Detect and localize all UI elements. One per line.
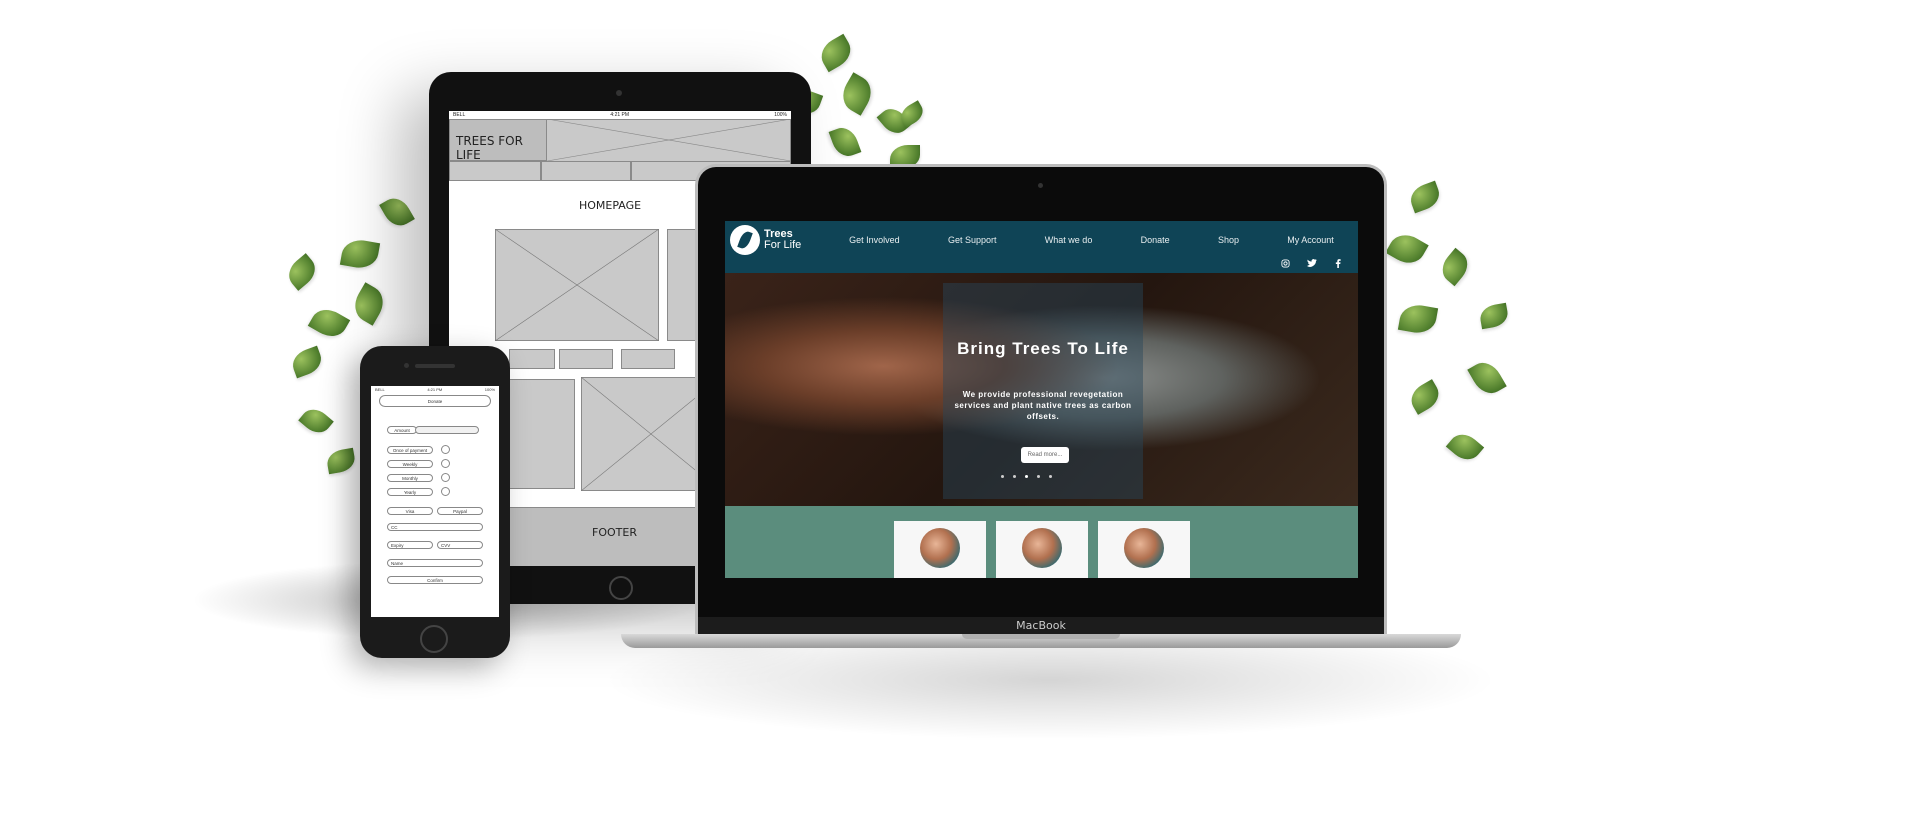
carousel-dots xyxy=(1001,475,1052,478)
carousel-dot[interactable] xyxy=(1049,475,1052,478)
nav-donate[interactable]: Donate xyxy=(1141,235,1170,245)
laptop-camera xyxy=(1038,183,1043,188)
wireframe-button-1 xyxy=(509,349,555,369)
plant-right xyxy=(1380,180,1520,515)
site-nav-menu: Get Involved Get Support What we do Dona… xyxy=(825,235,1358,245)
expiry-input[interactable]: Expiry xyxy=(387,541,433,549)
facebook-icon[interactable] xyxy=(1335,259,1341,268)
paypal-button[interactable]: Paypal xyxy=(437,507,483,515)
amount-input[interactable] xyxy=(415,426,479,434)
nav-shop[interactable]: Shop xyxy=(1218,235,1239,245)
feature-card-image xyxy=(1022,528,1062,568)
laptop-lid: Trees For Life Get Involved Get Support … xyxy=(698,167,1384,635)
tablet-home-button[interactable] xyxy=(609,576,633,600)
site-logo[interactable]: Trees For Life xyxy=(730,225,801,255)
nav-get-involved[interactable]: Get Involved xyxy=(849,235,900,245)
payment-once-option[interactable]: Once of payment xyxy=(387,446,433,454)
status-time: 4:21 PM xyxy=(427,387,443,392)
site-navbar: Trees For Life Get Involved Get Support … xyxy=(725,221,1358,273)
tablet-status-bar: BELL 4:21 PM 100% xyxy=(449,111,791,119)
amount-label: Amount xyxy=(387,426,417,434)
hero-subtitle: We provide professional revegetation ser… xyxy=(954,390,1132,421)
feature-band xyxy=(725,506,1358,578)
brand-line-2: For Life xyxy=(764,239,802,251)
battery-label: 100% xyxy=(774,112,787,118)
feature-card[interactable] xyxy=(894,521,986,578)
wireframe-page-title: HOMEPAGE xyxy=(579,199,642,212)
nav-get-support[interactable]: Get Support xyxy=(948,235,997,245)
phone-home-button[interactable] xyxy=(420,625,448,653)
tablet-camera xyxy=(616,90,622,96)
laptop-notch xyxy=(962,634,1120,639)
read-more-button[interactable]: Read more... xyxy=(1021,447,1069,463)
instagram-icon[interactable] xyxy=(1281,259,1290,268)
feature-card[interactable] xyxy=(1098,521,1190,578)
wireframe-footer-label: FOOTER xyxy=(592,526,637,539)
nav-what-we-do[interactable]: What we do xyxy=(1045,235,1093,245)
wireframe-nav-2 xyxy=(541,161,631,181)
hero-title: Bring Trees To Life xyxy=(957,339,1129,358)
payment-weekly-radio[interactable] xyxy=(441,459,450,468)
cvv-input[interactable]: CVV xyxy=(437,541,483,549)
payment-monthly-option[interactable]: Monthly xyxy=(387,474,433,482)
phone-speaker xyxy=(415,364,455,368)
payment-weekly-option[interactable]: Weekly xyxy=(387,460,433,468)
leaf-logo-icon xyxy=(730,225,760,255)
wireframe-button-2 xyxy=(559,349,613,369)
cc-input[interactable]: CC xyxy=(387,523,483,531)
carousel-dot-active[interactable] xyxy=(1025,475,1028,478)
status-time: 4:21 PM xyxy=(610,112,630,118)
payment-once-radio[interactable] xyxy=(441,445,450,454)
visa-button[interactable]: Visa xyxy=(387,507,433,515)
battery-label: 100% xyxy=(484,387,495,392)
carousel-dot[interactable] xyxy=(1037,475,1040,478)
confirm-button[interactable]: Confirm xyxy=(387,576,483,584)
phone-status-bar: BELL 4:21 PM 100% xyxy=(371,386,499,394)
nav-my-account[interactable]: My Account xyxy=(1287,235,1334,245)
name-input[interactable]: Name xyxy=(387,559,483,567)
donate-button[interactable]: Donate xyxy=(379,395,491,407)
carrier-label: BELL xyxy=(453,112,466,118)
laptop-chin: MacBook xyxy=(698,617,1384,635)
hero-overlay-panel: Bring Trees To Life We provide professio… xyxy=(943,283,1143,499)
feature-card[interactable] xyxy=(996,521,1088,578)
carousel-dot[interactable] xyxy=(1001,475,1004,478)
feature-card-image xyxy=(920,528,960,568)
carrier-label: BELL xyxy=(375,387,385,392)
payment-yearly-option[interactable]: Yearly xyxy=(387,488,433,496)
wireframe-header-cross xyxy=(547,119,791,161)
carousel-dot[interactable] xyxy=(1013,475,1016,478)
phone-device: BELL 4:21 PM 100% Donate Amount Once of … xyxy=(360,346,510,658)
payment-monthly-radio[interactable] xyxy=(441,473,450,482)
twitter-icon[interactable] xyxy=(1307,259,1317,268)
phone-screen: BELL 4:21 PM 100% Donate Amount Once of … xyxy=(371,386,499,617)
wireframe-nav-1 xyxy=(449,161,541,181)
laptop-screen: Trees For Life Get Involved Get Support … xyxy=(725,221,1358,578)
wireframe-image-1-cross xyxy=(495,229,659,341)
wireframe-button-3 xyxy=(621,349,675,369)
wireframe-brand: TREES FOR LIFE xyxy=(456,134,523,162)
payment-yearly-radio[interactable] xyxy=(441,487,450,496)
phone-camera xyxy=(404,363,409,368)
wireframe-logo-box: TREES FOR LIFE xyxy=(449,119,547,162)
wireframe-block-1 xyxy=(509,379,575,489)
hero-banner: Bring Trees To Life We provide professio… xyxy=(725,273,1358,506)
feature-card-image xyxy=(1124,528,1164,568)
